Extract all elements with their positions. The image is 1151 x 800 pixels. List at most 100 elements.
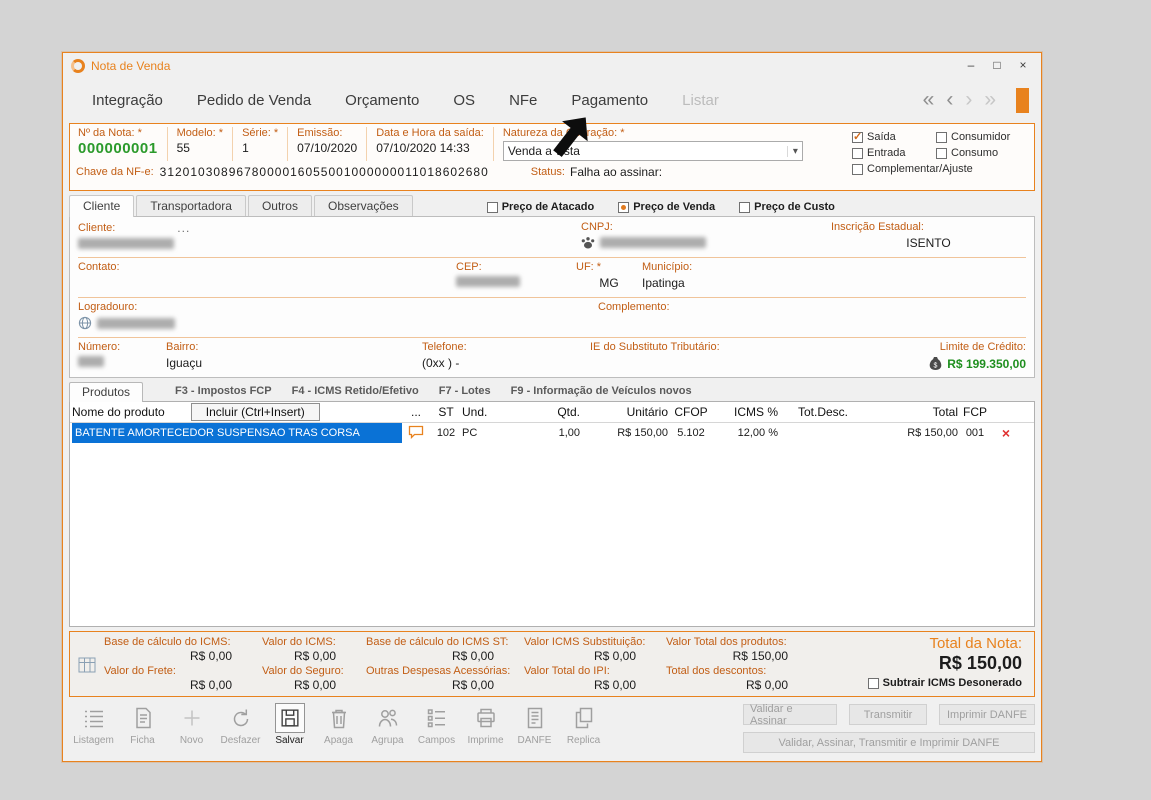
inscricao-estadual-value: ISENTO bbox=[906, 236, 951, 250]
tab-transportadora[interactable]: Transportadora bbox=[136, 195, 246, 216]
col-total: Total bbox=[932, 405, 958, 419]
cep-label: CEP: bbox=[456, 261, 482, 273]
checkbox-subtrair-icms[interactable]: Subtrair ICMS Desonerado bbox=[818, 677, 1022, 689]
list-icon bbox=[81, 703, 107, 733]
municipio-value: Ipatinga bbox=[642, 276, 685, 290]
fields-icon bbox=[424, 703, 450, 733]
cnpj-redacted-value bbox=[600, 237, 706, 248]
minimize-icon[interactable]: – bbox=[961, 57, 981, 75]
checkbox-entrada[interactable]: Entrada bbox=[852, 145, 936, 161]
numero-nota-label: Nº da Nota: * bbox=[78, 127, 142, 139]
data-saida-value[interactable]: 07/10/2020 14:33 bbox=[376, 141, 484, 155]
menu-integracao[interactable]: Integração bbox=[75, 92, 180, 109]
toolbar-salvar[interactable]: Salvar bbox=[265, 703, 314, 746]
imprimir-danfe-button[interactable]: Imprimir DANFE bbox=[939, 704, 1035, 725]
cliente-more-button[interactable]: ... bbox=[177, 221, 190, 235]
toolbar-novo[interactable]: Novo bbox=[167, 703, 216, 746]
radio-preco-venda[interactable]: Preço de Venda bbox=[618, 201, 715, 213]
globe-icon bbox=[78, 316, 92, 330]
validar-assinar-transmitir-imprimir-button[interactable]: Validar, Assinar, Transmitir e Imprimir … bbox=[743, 732, 1035, 753]
hotkey-f9: F9 - Informação de Veículos novos bbox=[510, 385, 692, 397]
telefone-value: (0xx ) - bbox=[422, 356, 460, 370]
trash-icon bbox=[326, 703, 352, 733]
tab-outros[interactable]: Outros bbox=[247, 195, 312, 216]
delete-row-icon[interactable]: × bbox=[1002, 425, 1010, 441]
nav-last-icon[interactable]: » bbox=[984, 89, 996, 110]
cfop-cell: 5.102 bbox=[677, 427, 705, 439]
tab-cliente[interactable]: Cliente bbox=[69, 195, 135, 217]
hotkey-f4: F4 - ICMS Retido/Efetivo bbox=[291, 385, 419, 397]
tab-observacoes[interactable]: Observações bbox=[313, 195, 413, 216]
product-name-cell[interactable]: BATENTE AMORTECEDOR SUSPENSAO TRAS CORSA bbox=[72, 423, 402, 443]
toolbar-listagem[interactable]: Listagem bbox=[69, 703, 118, 746]
totals-panel: Base de cálculo do ICMS: R$ 0,00 Valor d… bbox=[69, 631, 1035, 697]
nav-first-icon[interactable]: « bbox=[923, 89, 935, 110]
toolbar-desfazer[interactable]: Desfazer bbox=[216, 703, 265, 746]
toolbar-apaga[interactable]: Apaga bbox=[314, 703, 363, 746]
field-logradouro: Logradouro: bbox=[78, 298, 598, 338]
nav-next-icon[interactable]: › bbox=[965, 89, 972, 110]
uf-label: UF: * bbox=[576, 261, 602, 273]
checkbox-icon bbox=[852, 130, 863, 143]
toolbar-campos[interactable]: Campos bbox=[412, 703, 461, 746]
checkbox-saida[interactable]: Saída bbox=[852, 129, 936, 145]
field-bairro: Bairro: Iguaçu bbox=[166, 338, 422, 378]
client-tabs: Cliente Transportadora Outros Observaçõe… bbox=[69, 195, 1035, 217]
bairro-value: Iguaçu bbox=[166, 356, 203, 370]
serie-label: Série: * bbox=[242, 127, 279, 139]
toolbar-replica[interactable]: Replica bbox=[559, 703, 608, 746]
col-obs: ... bbox=[410, 405, 421, 419]
base-icms-label: Base de cálculo do ICMS: bbox=[104, 636, 231, 648]
total-produtos-value: R$ 150,00 bbox=[732, 649, 788, 663]
col-icms: ICMS % bbox=[733, 405, 778, 419]
maximize-icon[interactable]: □ bbox=[987, 57, 1007, 75]
complemento-label: Complemento: bbox=[598, 301, 670, 313]
unitario-cell: R$ 150,00 bbox=[617, 427, 668, 439]
toolbar-agrupa[interactable]: Agrupa bbox=[363, 703, 412, 746]
checkbox-icon bbox=[852, 163, 863, 175]
status-label: Status: bbox=[530, 166, 565, 178]
checkbox-icon bbox=[867, 677, 879, 689]
chevron-down-icon[interactable]: ▾ bbox=[786, 145, 798, 157]
checkbox-icon bbox=[936, 131, 947, 143]
nav-prev-icon[interactable]: ‹ bbox=[946, 89, 953, 110]
toolbar-danfe[interactable]: DANFE bbox=[510, 703, 559, 746]
grid-icon bbox=[78, 657, 96, 672]
serie-value[interactable]: 1 bbox=[242, 141, 278, 155]
checkbox-consumidor[interactable]: Consumidor bbox=[936, 129, 1028, 145]
menu-pedido-de-venda[interactable]: Pedido de Venda bbox=[180, 92, 328, 109]
emissao-value[interactable]: 07/10/2020 bbox=[297, 141, 357, 155]
svg-text:$: $ bbox=[934, 363, 938, 370]
valor-icms-label: Valor do ICMS: bbox=[262, 636, 336, 648]
valor-icms-value: R$ 0,00 bbox=[293, 649, 336, 663]
toolbar-imprime[interactable]: Imprime bbox=[461, 703, 510, 746]
nfe-action-buttons: Validar e Assinar Transmitir Imprimir DA… bbox=[743, 703, 1035, 753]
modelo-value[interactable]: 55 bbox=[177, 141, 223, 155]
checkbox-consumo[interactable]: Consumo bbox=[936, 145, 1028, 161]
toolbar-ficha[interactable]: Ficha bbox=[118, 703, 167, 746]
validar-assinar-button[interactable]: Validar e Assinar bbox=[743, 703, 837, 727]
logradouro-redacted-value bbox=[97, 317, 175, 329]
transmitir-button[interactable]: Transmitir bbox=[849, 704, 927, 725]
checkbox-complementar-ajuste[interactable]: Complementar/Ajuste bbox=[852, 161, 1028, 177]
menu-os[interactable]: OS bbox=[436, 92, 492, 109]
chave-value: 3120103089678000016055001000000011018602… bbox=[159, 165, 489, 179]
table-row[interactable]: BATENTE AMORTECEDOR SUSPENSAO TRAS CORSA… bbox=[70, 423, 1034, 443]
menu-listar[interactable]: Listar bbox=[665, 92, 736, 109]
modelo-label: Modelo: * bbox=[176, 127, 224, 139]
incluir-button[interactable]: Incluir (Ctrl+Insert) bbox=[190, 403, 320, 421]
people-icon bbox=[375, 703, 401, 733]
hotkey-f3: F3 - Impostos FCP bbox=[175, 385, 272, 397]
radio-preco-atacado[interactable]: Preço de Atacado bbox=[486, 201, 594, 213]
comment-bubble-icon[interactable] bbox=[408, 425, 424, 439]
descontos-label: Total dos descontos: bbox=[666, 665, 767, 677]
menu-orcamento[interactable]: Orçamento bbox=[328, 92, 436, 109]
tab-produtos[interactable]: Produtos bbox=[69, 382, 144, 402]
radio-icon bbox=[739, 201, 751, 213]
radio-preco-custo[interactable]: Preço de Custo bbox=[739, 201, 835, 213]
despesas-label: Outras Despesas Acessórias: bbox=[366, 665, 511, 677]
menu-pagamento[interactable]: Pagamento bbox=[554, 92, 665, 109]
menu-nfe[interactable]: NFe bbox=[492, 92, 554, 109]
undo-icon bbox=[228, 703, 254, 733]
close-icon[interactable]: × bbox=[1013, 57, 1033, 75]
